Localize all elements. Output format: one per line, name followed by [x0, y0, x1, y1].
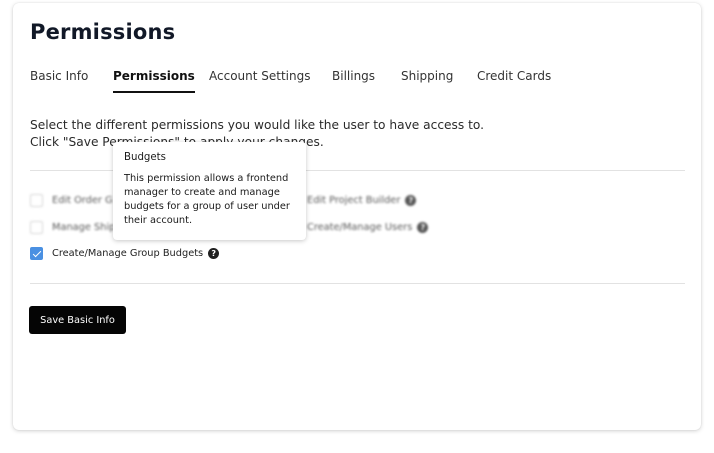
page-title: Permissions — [30, 20, 176, 44]
permission-create-manage-group-budgets[interactable]: Create/Manage Group Budgets ? — [30, 245, 220, 261]
permission-label: Edit Order G — [52, 194, 113, 206]
tab-permissions[interactable]: Permissions — [113, 69, 195, 93]
tooltip-line: budgets for a group of user under — [124, 201, 290, 212]
permission-label: Manage Ship — [52, 221, 116, 233]
tab-basic-info[interactable]: Basic Info — [30, 69, 88, 91]
permission-edit-project-builder[interactable]: Edit Project Builder ? — [307, 192, 417, 208]
permission-label: Create/Manage Users — [307, 221, 413, 233]
help-icon[interactable]: ? — [417, 221, 429, 233]
tooltip-line: their account. — [124, 215, 193, 226]
tab-billings[interactable]: Billings — [332, 69, 375, 91]
tooltip-body: This permission allows a frontend manage… — [124, 172, 295, 228]
checkbox-group-budgets[interactable] — [30, 246, 43, 260]
checkbox-manage-shipping[interactable] — [30, 220, 43, 234]
description-line-1: Select the different permissions you wou… — [30, 118, 484, 132]
tab-account-settings[interactable]: Account Settings — [209, 69, 310, 91]
help-icon[interactable]: ? — [405, 194, 417, 206]
tooltip-line: This permission allows a frontend — [124, 173, 289, 184]
permission-label: Edit Project Builder — [307, 194, 401, 206]
divider-bottom — [30, 283, 685, 284]
tooltip-line: manager to create and manage — [124, 187, 280, 198]
tab-credit-cards[interactable]: Credit Cards — [477, 69, 551, 91]
permission-create-manage-users[interactable]: Create/Manage Users ? — [307, 219, 429, 235]
tab-shipping[interactable]: Shipping — [401, 69, 453, 91]
permission-manage-shipping[interactable]: Manage Ship — [30, 219, 115, 235]
budgets-tooltip: Budgets This permission allows a fronten… — [113, 142, 306, 240]
save-basic-info-button[interactable]: Save Basic Info — [29, 306, 126, 334]
tooltip-title: Budgets — [124, 152, 166, 163]
checkbox-edit-order[interactable] — [30, 193, 43, 207]
permission-edit-order[interactable]: Edit Order G — [30, 192, 113, 208]
help-icon[interactable]: ? — [208, 247, 220, 259]
permission-label: Create/Manage Group Budgets — [52, 247, 204, 259]
